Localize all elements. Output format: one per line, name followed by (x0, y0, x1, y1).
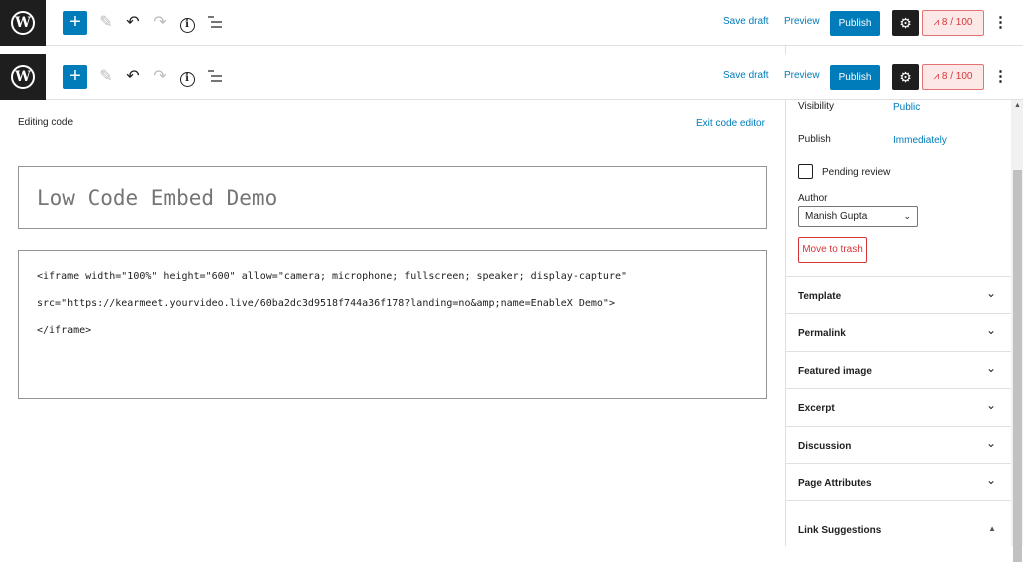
code-line: <iframe width="100%" height="600" allow=… (37, 271, 628, 282)
more-options-icon[interactable]: ⋮ (993, 12, 1008, 34)
publish-label: Publish (798, 134, 831, 145)
scroll-up-arrow-icon[interactable]: ▲ (1014, 102, 1021, 109)
seo-score-button[interactable]: ⩘ 8 / 100 (922, 64, 984, 90)
add-block-button[interactable]: + (63, 65, 87, 89)
chevron-down-icon: ⌄ (985, 323, 996, 337)
info-button[interactable]: i (177, 12, 197, 34)
code-line: src="https://kearmeet.yourvideo.live/60b… (37, 298, 615, 309)
settings-gear-button[interactable]: ⚙ (892, 10, 919, 36)
chevron-down-icon: ⌄ (903, 211, 911, 221)
add-block-button[interactable]: + (63, 11, 87, 35)
publish-button[interactable]: Publish (830, 65, 880, 90)
panel-page-attributes[interactable]: Page Attributes ⌄ (786, 463, 1011, 501)
code-editor-textarea[interactable]: <iframe width="100%" height="600" allow=… (18, 250, 767, 399)
info-button[interactable]: i (177, 66, 197, 88)
settings-sidebar: Visibility Public Publish Immediately Pe… (785, 100, 1011, 546)
panel-discussion[interactable]: Discussion ⌄ (786, 426, 1011, 464)
top-toolbar: W + ✎ ↶ ↷ i Save draft Preview Publish ⚙… (0, 0, 1023, 46)
chevron-down-icon: ⌄ (985, 473, 996, 487)
chevron-down-icon: ⌄ (985, 436, 996, 450)
exit-code-editor-button[interactable]: Exit code editor (696, 118, 765, 129)
chevron-down-icon: ⌄ (985, 398, 996, 412)
sidebar-top-strip (785, 46, 1023, 54)
save-draft-button[interactable]: Save draft (723, 70, 769, 81)
move-to-trash-button[interactable]: Move to trash (798, 237, 867, 263)
undo-icon[interactable]: ↶ (123, 66, 143, 88)
visibility-value-button[interactable]: Public (893, 102, 920, 113)
post-title-input[interactable]: Low Code Embed Demo (18, 166, 767, 229)
list-view-icon[interactable] (208, 70, 222, 82)
save-draft-button[interactable]: Save draft (723, 16, 769, 27)
preview-button[interactable]: Preview (784, 16, 820, 27)
info-icon: i (179, 72, 195, 87)
list-view-icon[interactable] (208, 16, 222, 28)
pending-review-checkbox[interactable] (798, 164, 813, 179)
sidebar-scrollbar[interactable]: ▲ (1011, 100, 1023, 562)
publish-date-button[interactable]: Immediately (893, 135, 947, 146)
scrollbar-thumb[interactable] (1013, 170, 1022, 562)
visibility-label: Visibility (798, 101, 834, 112)
panel-excerpt[interactable]: Excerpt ⌄ (786, 388, 1011, 426)
code-line: </iframe> (37, 325, 92, 336)
wordpress-logo-button[interactable]: W (0, 54, 46, 100)
chevron-down-icon: ⌄ (985, 361, 996, 375)
main-toolbar: W + ✎ ↶ ↷ i Save draft Preview Publish ⚙… (0, 54, 1023, 100)
editing-code-label: Editing code (18, 117, 74, 128)
chart-icon: ⩘ (933, 71, 942, 82)
settings-gear-button[interactable]: ⚙ (892, 64, 919, 90)
more-options-icon[interactable]: ⋮ (993, 66, 1008, 88)
preview-button[interactable]: Preview (784, 70, 820, 81)
pencil-icon[interactable]: ✎ (96, 66, 116, 88)
panel-template[interactable]: Template ⌄ (786, 276, 1011, 314)
chevron-down-icon: ⌄ (985, 286, 996, 300)
pending-review-label: Pending review (822, 167, 891, 178)
info-icon: i (179, 18, 195, 33)
panel-link-suggestions[interactable]: Link Suggestions ▲ (786, 500, 1011, 546)
publish-button[interactable]: Publish (830, 11, 880, 36)
redo-icon[interactable]: ↷ (150, 66, 170, 88)
pencil-icon[interactable]: ✎ (96, 12, 116, 34)
wordpress-logo-icon: W (11, 11, 35, 35)
wordpress-logo-button[interactable]: W (0, 0, 46, 46)
undo-icon[interactable]: ↶ (123, 12, 143, 34)
chart-icon: ⩘ (933, 17, 942, 28)
redo-icon[interactable]: ↷ (150, 12, 170, 34)
panel-permalink[interactable]: Permalink ⌄ (786, 313, 1011, 351)
chevron-up-icon: ▲ (988, 524, 996, 533)
wordpress-logo-icon: W (11, 65, 35, 89)
seo-score-button[interactable]: ⩘ 8 / 100 (922, 10, 984, 36)
author-label: Author (798, 193, 828, 204)
panel-featured-image[interactable]: Featured image ⌄ (786, 351, 1011, 389)
author-select[interactable]: Manish Gupta ⌄ (798, 206, 918, 227)
